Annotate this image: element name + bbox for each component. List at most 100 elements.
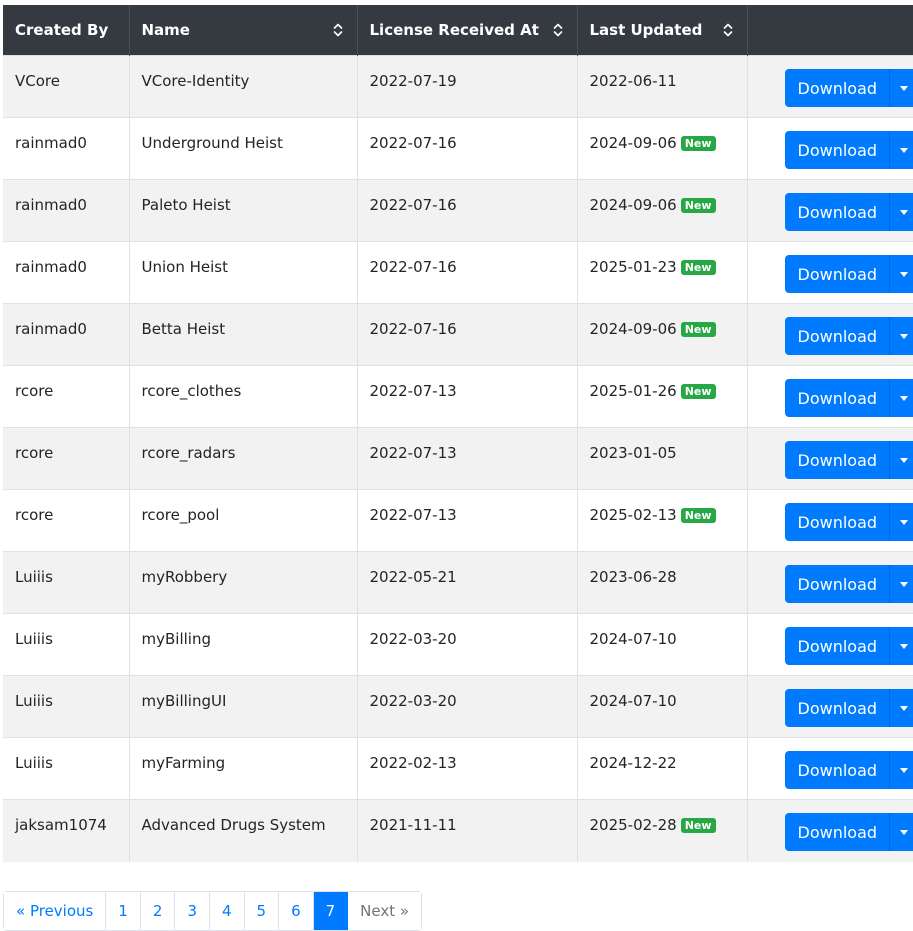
name-cell-text: myRobbery [142,568,228,586]
download-button[interactable]: Download [785,751,890,789]
caret-down-icon [900,396,908,401]
column-header-0: Created By [3,5,129,56]
pagination-page-6[interactable]: 6 [279,892,314,930]
action-cell: Download [747,800,913,862]
last-updated-cell: 2024-12-22 [577,738,747,800]
license-received-cell: 2022-07-16 [357,242,577,304]
license-received-cell-text: 2022-07-13 [370,382,457,400]
download-button[interactable]: Download [785,503,890,541]
download-button[interactable]: Download [785,69,890,107]
download-dropdown-toggle[interactable] [889,131,913,169]
download-button[interactable]: Download [785,131,890,169]
name-cell: rcore_radars [129,428,357,490]
pagination-page-5[interactable]: 5 [245,892,280,930]
download-button[interactable]: Download [785,255,890,293]
last-updated-cell: 2022-06-11 [577,56,747,118]
pagination-page-3[interactable]: 3 [175,892,210,930]
caret-down-icon [900,520,908,525]
download-button-group: Download [785,69,913,107]
column-header-2[interactable]: License Received At [357,5,577,56]
name-cell-text: rcore_clothes [142,382,242,400]
download-dropdown-toggle[interactable] [889,441,913,479]
download-button[interactable]: Download [785,441,890,479]
license-received-cell: 2022-05-21 [357,552,577,614]
download-button[interactable]: Download [785,627,890,665]
download-button[interactable]: Download [785,565,890,603]
download-dropdown-toggle[interactable] [889,69,913,107]
download-dropdown-toggle[interactable] [889,813,913,851]
pagination-page-1[interactable]: 1 [106,892,141,930]
license-received-cell-text: 2022-07-13 [370,444,457,462]
caret-down-icon [900,768,908,773]
download-dropdown-toggle[interactable] [889,565,913,603]
download-dropdown-toggle[interactable] [889,503,913,541]
download-button-group: Download [785,441,913,479]
pagination-previous[interactable]: « Previous [4,892,106,930]
last-updated-cell: 2025-02-28New [577,800,747,862]
license-received-cell-text: 2021-11-11 [370,816,457,834]
pagination-next[interactable]: Next » [348,892,421,930]
last-updated-cell: 2023-01-05 [577,428,747,490]
created-by-cell: Luiiis [3,552,129,614]
action-cell: Download [747,180,913,242]
created-by-cell-text: rcore [15,506,53,524]
table-row: VCoreVCore-Identity2022-07-192022-06-11D… [3,56,913,118]
name-cell: myBillingUI [129,676,357,738]
sort-icon[interactable] [723,23,733,37]
download-button-group: Download [785,565,913,603]
table-header: Created By Name License Received AtLast Up… [3,5,913,56]
download-button[interactable]: Download [785,379,890,417]
name-cell: Advanced Drugs System [129,800,357,862]
new-badge: New [681,198,716,213]
action-cell: Download [747,242,913,304]
name-cell-text: myFarming [142,754,226,772]
download-button[interactable]: Download [785,689,890,727]
download-button[interactable]: Download [785,813,890,851]
download-button-group: Download [785,317,913,355]
download-button[interactable]: Download [785,193,890,231]
license-received-cell: 2022-03-20 [357,676,577,738]
action-cell: Download [747,366,913,428]
caret-down-icon [900,830,908,835]
last-updated-cell-text: 2024-09-06 [590,196,677,214]
table-row: LuiiismyBillingUI2022-03-202024-07-10Dow… [3,676,913,738]
column-header-label: Created By [15,21,108,39]
last-updated-cell-text: 2023-01-05 [590,444,677,462]
download-dropdown-toggle[interactable] [889,255,913,293]
name-cell-text: rcore_pool [142,506,220,524]
name-cell-text: Betta Heist [142,320,226,338]
name-cell: VCore-Identity [129,56,357,118]
name-cell: Union Heist [129,242,357,304]
license-received-cell: 2022-07-13 [357,490,577,552]
pagination-page-7[interactable]: 7 [314,892,349,930]
created-by-cell-text: Luiiis [15,692,53,710]
license-received-cell-text: 2022-07-16 [370,258,457,276]
column-header-label: Name [142,21,190,39]
name-cell: rcore_clothes [129,366,357,428]
download-dropdown-toggle[interactable] [889,627,913,665]
last-updated-cell-text: 2025-01-26 [590,382,677,400]
pagination-page-2[interactable]: 2 [141,892,176,930]
license-received-cell: 2022-07-13 [357,366,577,428]
sort-icon[interactable] [333,23,343,37]
sort-icon[interactable] [553,23,563,37]
created-by-cell: jaksam1074 [3,800,129,862]
pagination-page-4[interactable]: 4 [210,892,245,930]
download-dropdown-toggle[interactable] [889,689,913,727]
download-button-group: Download [785,627,913,665]
table-row: rainmad0Union Heist2022-07-162025-01-23N… [3,242,913,304]
column-header-1[interactable]: Name [129,5,357,56]
download-dropdown-toggle[interactable] [889,317,913,355]
download-dropdown-toggle[interactable] [889,193,913,231]
download-button[interactable]: Download [785,317,890,355]
last-updated-cell-text: 2025-01-23 [590,258,677,276]
action-cell: Download [747,118,913,180]
name-cell-text: Underground Heist [142,134,283,152]
name-cell-text: myBilling [142,630,211,648]
download-dropdown-toggle[interactable] [889,751,913,789]
created-by-cell: rainmad0 [3,242,129,304]
table-row: rainmad0Betta Heist2022-07-162024-09-06N… [3,304,913,366]
download-dropdown-toggle[interactable] [889,379,913,417]
column-header-3[interactable]: Last Updated [577,5,747,56]
created-by-cell-text: rcore [15,444,53,462]
